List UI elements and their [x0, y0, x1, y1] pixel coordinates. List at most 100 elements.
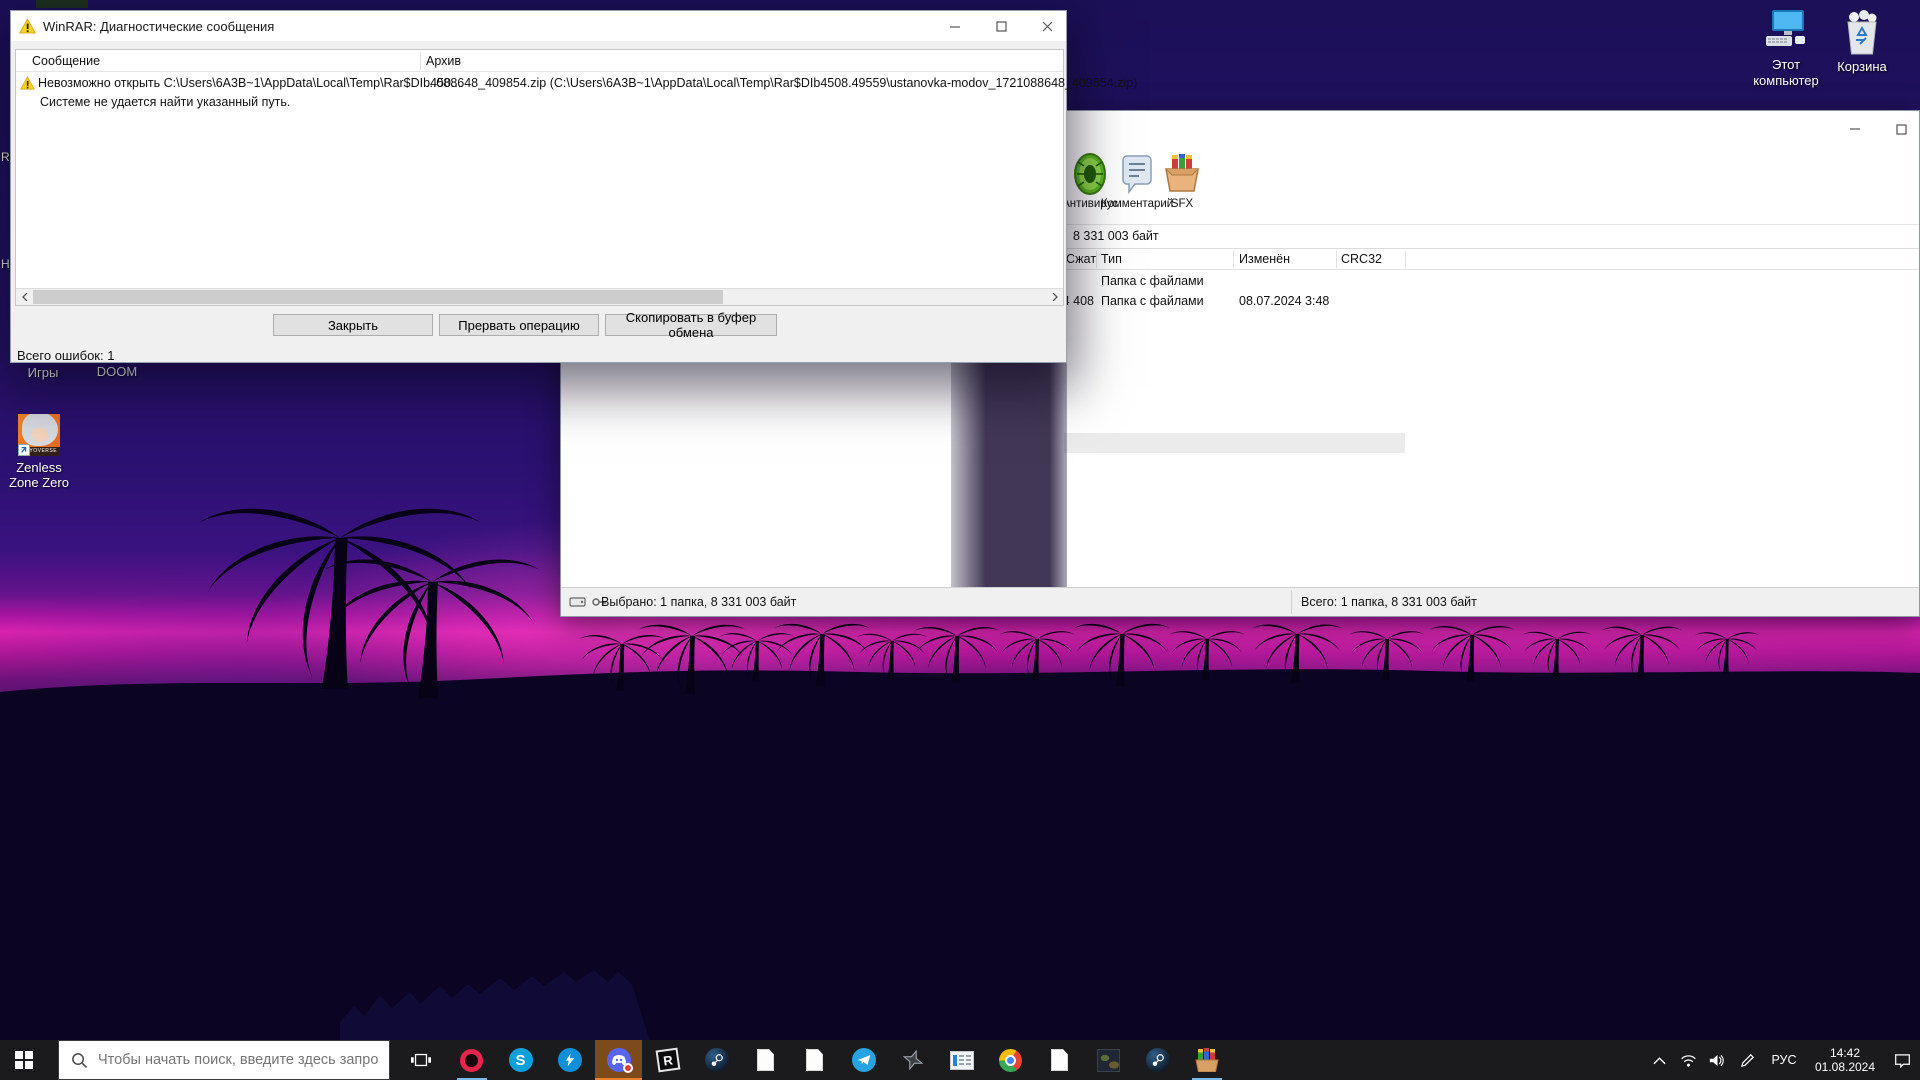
tray-chevron-button[interactable]: [1644, 1040, 1674, 1080]
error-count-status: Всего ошибок: 1: [17, 348, 114, 363]
window-minimize-button[interactable]: [1847, 121, 1863, 137]
text-file-icon: [757, 1049, 774, 1071]
tray-wifi-button[interactable]: [1674, 1040, 1702, 1080]
taskbar-icon-winrar[interactable]: [1183, 1040, 1230, 1080]
taskbar-icon-discord[interactable]: [595, 1040, 642, 1080]
desktop-icon-zenless-zone-zero[interactable]: HOYOVERSE Zenless Zone Zero: [0, 414, 78, 490]
file-row-up-type: Папка с файлами: [1101, 274, 1204, 288]
error-row[interactable]: Невозможно открыть C:\Users\6A3B~1\AppDa…: [16, 76, 1063, 94]
desktop-icon-doom-label[interactable]: DOOM: [82, 364, 152, 379]
scroll-right-arrow[interactable]: [1046, 289, 1063, 305]
column-header-crc32[interactable]: CRC32: [1341, 252, 1382, 266]
dialog-maximize-button[interactable]: [994, 19, 1008, 33]
shortcut-arrow-icon: [18, 444, 30, 456]
taskbar: S R: [0, 1040, 1920, 1080]
desktop-icon-recycle-bin[interactable]: Корзина: [1824, 10, 1900, 74]
zenless-zone-zero-icon: HOYOVERSE: [18, 414, 60, 456]
search-input[interactable]: [98, 1052, 378, 1068]
window-status-bar: Выбрано: 1 папка, 8 331 003 байт Всего: …: [561, 587, 1919, 616]
message-column-header[interactable]: Сообщение: [32, 54, 100, 68]
taskbar-icon-text-file-2[interactable]: [791, 1040, 838, 1080]
volume-icon: [1709, 1053, 1726, 1068]
comment-icon: [1119, 152, 1155, 196]
taskbar-icon-telegram[interactable]: [840, 1040, 887, 1080]
language-indicator[interactable]: РУС: [1762, 1040, 1806, 1080]
winrar-diagnostic-dialog: WinRAR: Диагностические сообщения Сообще…: [10, 10, 1067, 363]
toolbar-sfx-label: SFX: [1171, 198, 1193, 210]
discord-icon: [607, 1048, 631, 1072]
steam-icon: [705, 1048, 729, 1072]
scroll-left-arrow[interactable]: [16, 289, 33, 305]
zenless-zone-zero-label: Zenless Zone Zero: [0, 460, 78, 490]
error-warning-icon: [20, 76, 35, 90]
drive-icon[interactable]: [569, 594, 586, 610]
dialog-title: WinRAR: Диагностические сообщения: [43, 19, 274, 34]
error-message: Невозможно открыть C:\Users\6A3B~1\AppDa…: [38, 76, 461, 90]
winrar-icon: [1195, 1048, 1219, 1072]
close-button[interactable]: Закрыть: [273, 314, 433, 336]
desktop-label-fragment-2: H: [1, 257, 10, 271]
dialog-close-button[interactable]: [1040, 19, 1054, 33]
taskbar-icon-chrome[interactable]: [987, 1040, 1034, 1080]
desktop-icon-games-label[interactable]: Игры: [10, 365, 76, 380]
address-bar-text: 8 331 003 байт: [1073, 229, 1159, 243]
desktop-icon-this-pc[interactable]: Этот компьютер: [1746, 8, 1826, 89]
opera-gx-icon: [460, 1049, 483, 1072]
tray-volume-button[interactable]: [1702, 1040, 1732, 1080]
error-archive-path: ...088648_409854.zip (C:\Users\6A3B~1\Ap…: [426, 76, 1137, 90]
taskbar-icon-steam-2[interactable]: [1134, 1040, 1181, 1080]
taskbar-icon-steam[interactable]: [693, 1040, 740, 1080]
task-view-button[interactable]: [398, 1040, 444, 1080]
warning-icon: [19, 18, 36, 34]
recycle-bin-label: Корзина: [1824, 59, 1900, 74]
recycle-bin-icon: [1842, 10, 1882, 56]
discord-notification-badge: [623, 1063, 633, 1073]
tray-pen-button[interactable]: [1732, 1040, 1762, 1080]
column-header-packed[interactable]: Сжат: [1066, 252, 1096, 266]
horizontal-scrollbar[interactable]: [16, 288, 1063, 305]
sfx-icon: [1160, 152, 1204, 196]
taskbar-icon-system-window[interactable]: [938, 1040, 985, 1080]
taskbar-icon-text-file-3[interactable]: [1036, 1040, 1083, 1080]
copy-to-clipboard-button[interactable]: Скопировать в буфер обмена: [605, 314, 777, 336]
scroll-thumb[interactable]: [33, 290, 723, 304]
taskbar-icon-skype[interactable]: S: [497, 1040, 544, 1080]
antivirus-icon: [1072, 152, 1108, 196]
taskbar-icon-roblox[interactable]: R: [644, 1040, 691, 1080]
this-pc-icon: [1764, 8, 1808, 54]
chevron-up-icon: [1653, 1056, 1666, 1065]
status-selected-info: Выбрано: 1 папка, 8 331 003 байт: [601, 595, 796, 609]
toolbar-button-sfx[interactable]: SFX: [1156, 152, 1208, 210]
dialog-minimize-button[interactable]: [948, 19, 962, 33]
text-file-icon: [806, 1049, 823, 1071]
status-total-info: Всего: 1 папка, 8 331 003 байт: [1301, 595, 1477, 609]
task-view-icon: [411, 1051, 431, 1069]
error-detail: Системе не удается найти указанный путь.: [40, 95, 290, 109]
text-file-icon: [1051, 1049, 1068, 1071]
clock[interactable]: 14:42 01.08.2024: [1806, 1040, 1884, 1080]
message-list: Сообщение Архив Невозможно открыть C:\Us…: [15, 49, 1064, 306]
taskbar-icon-world-map-game[interactable]: [1085, 1040, 1132, 1080]
archive-column-header[interactable]: Архив: [426, 54, 461, 68]
abort-operation-button[interactable]: Прервать операцию: [439, 314, 599, 336]
skype-icon: S: [509, 1048, 533, 1072]
taskbar-icon-opera-gx[interactable]: [448, 1040, 495, 1080]
action-center-button[interactable]: [1884, 1040, 1920, 1080]
search-icon: [71, 1052, 88, 1069]
column-header-modified[interactable]: Изменён: [1239, 252, 1290, 266]
taskbar-icon-daemon-tools[interactable]: [546, 1040, 593, 1080]
dialog-titlebar[interactable]: WinRAR: Диагностические сообщения: [11, 11, 1066, 41]
telegram-icon: [852, 1048, 876, 1072]
column-header-type[interactable]: Тип: [1101, 252, 1122, 266]
window-maximize-button[interactable]: [1893, 121, 1909, 137]
pen-icon: [1740, 1053, 1755, 1068]
dialog-buttons: Закрыть Прервать операцию Скопировать в …: [11, 314, 1066, 336]
taskbar-icon-text-file-1[interactable]: [742, 1040, 789, 1080]
file-row-modified: 08.07.2024 3:48: [1239, 294, 1329, 308]
message-list-header: Сообщение Архив: [16, 50, 1063, 72]
selected-row-highlight: [1064, 433, 1405, 453]
clock-date: 01.08.2024: [1815, 1060, 1875, 1074]
taskbar-icon-war-thunder[interactable]: [889, 1040, 936, 1080]
start-button[interactable]: [0, 1040, 48, 1080]
search-box[interactable]: [58, 1040, 390, 1080]
